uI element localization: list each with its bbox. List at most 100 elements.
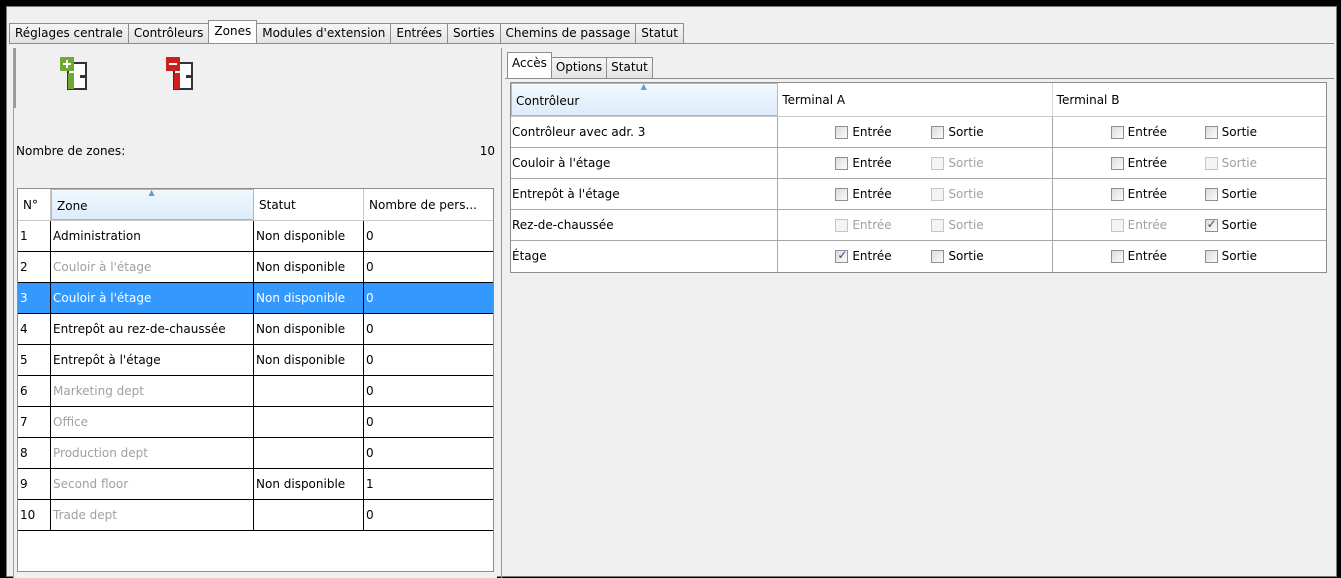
detail-tab-0[interactable]: Accès [507, 52, 552, 78]
table-row: Contrôleur avec adr. 3 Entrée Sortie Entrée… [511, 117, 1326, 148]
zone-count-value: 10 [479, 144, 495, 158]
sort-ascending-icon: ▲ [640, 82, 647, 91]
table-row[interactable]: 1 Administration Non disponible 0 [18, 221, 493, 252]
terminal-a-entree-checkbox[interactable]: Entrée [835, 125, 892, 139]
terminal-b-entree-checkbox[interactable]: Entrée [1110, 156, 1167, 170]
table-row: Entrepôt à l'étage Entrée Sortie Entrée Sort… [511, 179, 1326, 210]
table-row[interactable]: 9 Second floor Non disponible 1 [18, 469, 493, 500]
zones-table-body: 1 Administration Non disponible 0 2 Couloir à… [18, 221, 493, 531]
terminal-a-sortie-checkbox[interactable]: Sortie [931, 125, 984, 139]
table-row[interactable]: 5 Entrepôt à l'étage Non disponible 0 [18, 345, 493, 376]
checkbox-box: ✓ [835, 247, 849, 263]
checkbox-box [931, 187, 945, 201]
tab-1[interactable]: Contrôleurs [127, 23, 210, 43]
table-row: Étage ✓ Entrée Sortie Entrée Sortie [511, 241, 1326, 272]
tab-0[interactable]: Réglages centrale [9, 23, 129, 43]
table-row: Couloir à l'étage Entrée Sortie Entrée Sorti… [511, 148, 1326, 179]
zone-status-cell: Non disponible [254, 283, 364, 313]
checkbox-box [1110, 125, 1124, 139]
checkmark-icon: ✓ [1206, 216, 1217, 231]
zone-status-cell [254, 376, 364, 406]
tab-2[interactable]: Zones [208, 20, 258, 43]
checkbox-label: Sortie [948, 125, 984, 139]
checkbox-box [1110, 187, 1124, 201]
table-row[interactable]: 8 Production dept 0 [18, 438, 493, 469]
checkbox-box [1204, 187, 1218, 201]
column-header-zone[interactable]: ▲ Zone [51, 189, 254, 220]
tab-4[interactable]: Entrées [390, 23, 448, 43]
column-header-statut[interactable]: Statut [254, 189, 364, 220]
terminal-b-entree-checkbox[interactable]: Entrée [1110, 249, 1167, 263]
tab-3[interactable]: Modules d'extension [256, 23, 392, 43]
table-row[interactable]: 4 Entrepôt au rez-de-chaussée Non disponib… [18, 314, 493, 345]
column-header-zone-label: Zone [57, 199, 88, 213]
column-header-terminal-b[interactable]: Terminal B [1053, 83, 1326, 116]
access-table-body: Contrôleur avec adr. 3 Entrée Sortie Entrée… [511, 117, 1326, 272]
zone-name-cell: Second floor [51, 469, 254, 499]
add-zone-button[interactable] [58, 57, 92, 97]
table-row[interactable]: 3 Couloir à l'étage Non disponible 0 [18, 283, 493, 314]
zone-name-cell: Administration [51, 221, 254, 251]
terminal-a-entree-checkbox: Entrée [835, 218, 892, 232]
tab-6[interactable]: Chemins de passage [499, 23, 637, 43]
tab-7[interactable]: Statut [635, 23, 684, 43]
checkbox-box [1110, 249, 1124, 263]
checkbox-label: Entrée [1127, 187, 1167, 201]
zones-table: N° ▲ Zone Statut Nombre de pers... 1 Admin… [17, 188, 494, 572]
zones-list-pane: Nombre de zones: 10 N° ▲ Zone Statut Nomb… [13, 48, 497, 578]
checkbox-box [835, 156, 849, 170]
terminal-b-sortie-checkbox[interactable]: Sortie [1204, 249, 1257, 263]
terminal-a-sortie-checkbox[interactable]: Sortie [931, 249, 984, 263]
detail-tab-2[interactable]: Statut [606, 57, 653, 78]
terminal-b-sortie-checkbox[interactable]: Sortie [1204, 125, 1257, 139]
zone-number-cell: 8 [18, 438, 51, 468]
zone-persons-cell: 0 [366, 446, 374, 460]
checkbox-label: Entrée [1127, 218, 1167, 232]
column-header-num[interactable]: N° [18, 189, 51, 220]
zone-number-cell: 10 [18, 500, 51, 530]
terminal-b-cell: Entrée Sortie [1053, 241, 1326, 272]
terminal-a-cell: Entrée Sortie [778, 117, 1053, 147]
zone-name-cell: Entrepôt au rez-de-chaussée [51, 314, 254, 344]
table-row[interactable]: 10 Trade dept 0 [18, 500, 493, 531]
terminal-a-entree-checkbox[interactable]: Entrée [835, 156, 892, 170]
remove-zone-button[interactable] [164, 57, 198, 97]
checkbox-box [835, 187, 849, 201]
checkbox-box [1110, 218, 1124, 232]
zone-persons-cell: 0 [366, 415, 374, 429]
tab-5[interactable]: Sorties [446, 23, 501, 43]
tab-divider [9, 43, 1334, 44]
table-row[interactable]: 2 Couloir à l'étage Non disponible 0 [18, 252, 493, 283]
terminal-a-entree-checkbox[interactable]: Entrée [835, 187, 892, 201]
zone-persons-cell: 0 [366, 508, 374, 522]
detail-tab-strip: Accès Options Statut [507, 52, 653, 78]
detail-tab-divider [505, 78, 1334, 79]
column-header-terminal-a[interactable]: Terminal A [778, 83, 1053, 116]
terminal-a-cell: Entrée Sortie [778, 148, 1053, 178]
terminal-b-entree-checkbox[interactable]: Entrée [1110, 187, 1167, 201]
zone-status-cell [254, 407, 364, 437]
detail-tab-1[interactable]: Options [550, 57, 608, 78]
checkmark-icon: ✓ [837, 247, 848, 262]
terminal-a-sortie-checkbox: Sortie [931, 156, 984, 170]
checkbox-label: Sortie [948, 249, 984, 263]
checkbox-box [1110, 156, 1124, 170]
zone-number-cell: 1 [18, 221, 51, 251]
column-header-persons[interactable]: Nombre de pers... [364, 189, 493, 220]
table-row[interactable]: 6 Marketing dept 0 [18, 376, 493, 407]
terminal-b-sortie-checkbox[interactable]: ✓ Sortie [1204, 216, 1257, 232]
terminal-a-entree-checkbox[interactable]: ✓ Entrée [835, 247, 892, 263]
checkbox-label: Sortie [948, 218, 984, 232]
terminal-b-entree-checkbox[interactable]: Entrée [1110, 125, 1167, 139]
zone-name-cell: Marketing dept [51, 376, 254, 406]
controller-name-cell: Rez-de-chaussée [511, 210, 779, 240]
terminal-b-sortie-checkbox[interactable]: Sortie [1204, 187, 1257, 201]
column-header-controleur[interactable]: ▲ Contrôleur [511, 82, 779, 116]
checkbox-box [835, 125, 849, 139]
column-header-controleur-label: Contrôleur [516, 94, 580, 108]
zone-persons-cell: 0 [366, 229, 374, 243]
table-row[interactable]: 7 Office 0 [18, 407, 493, 438]
terminal-b-cell: Entrée Sortie [1053, 117, 1326, 147]
checkbox-box [1204, 125, 1218, 139]
checkbox-label: Entrée [1127, 156, 1167, 170]
